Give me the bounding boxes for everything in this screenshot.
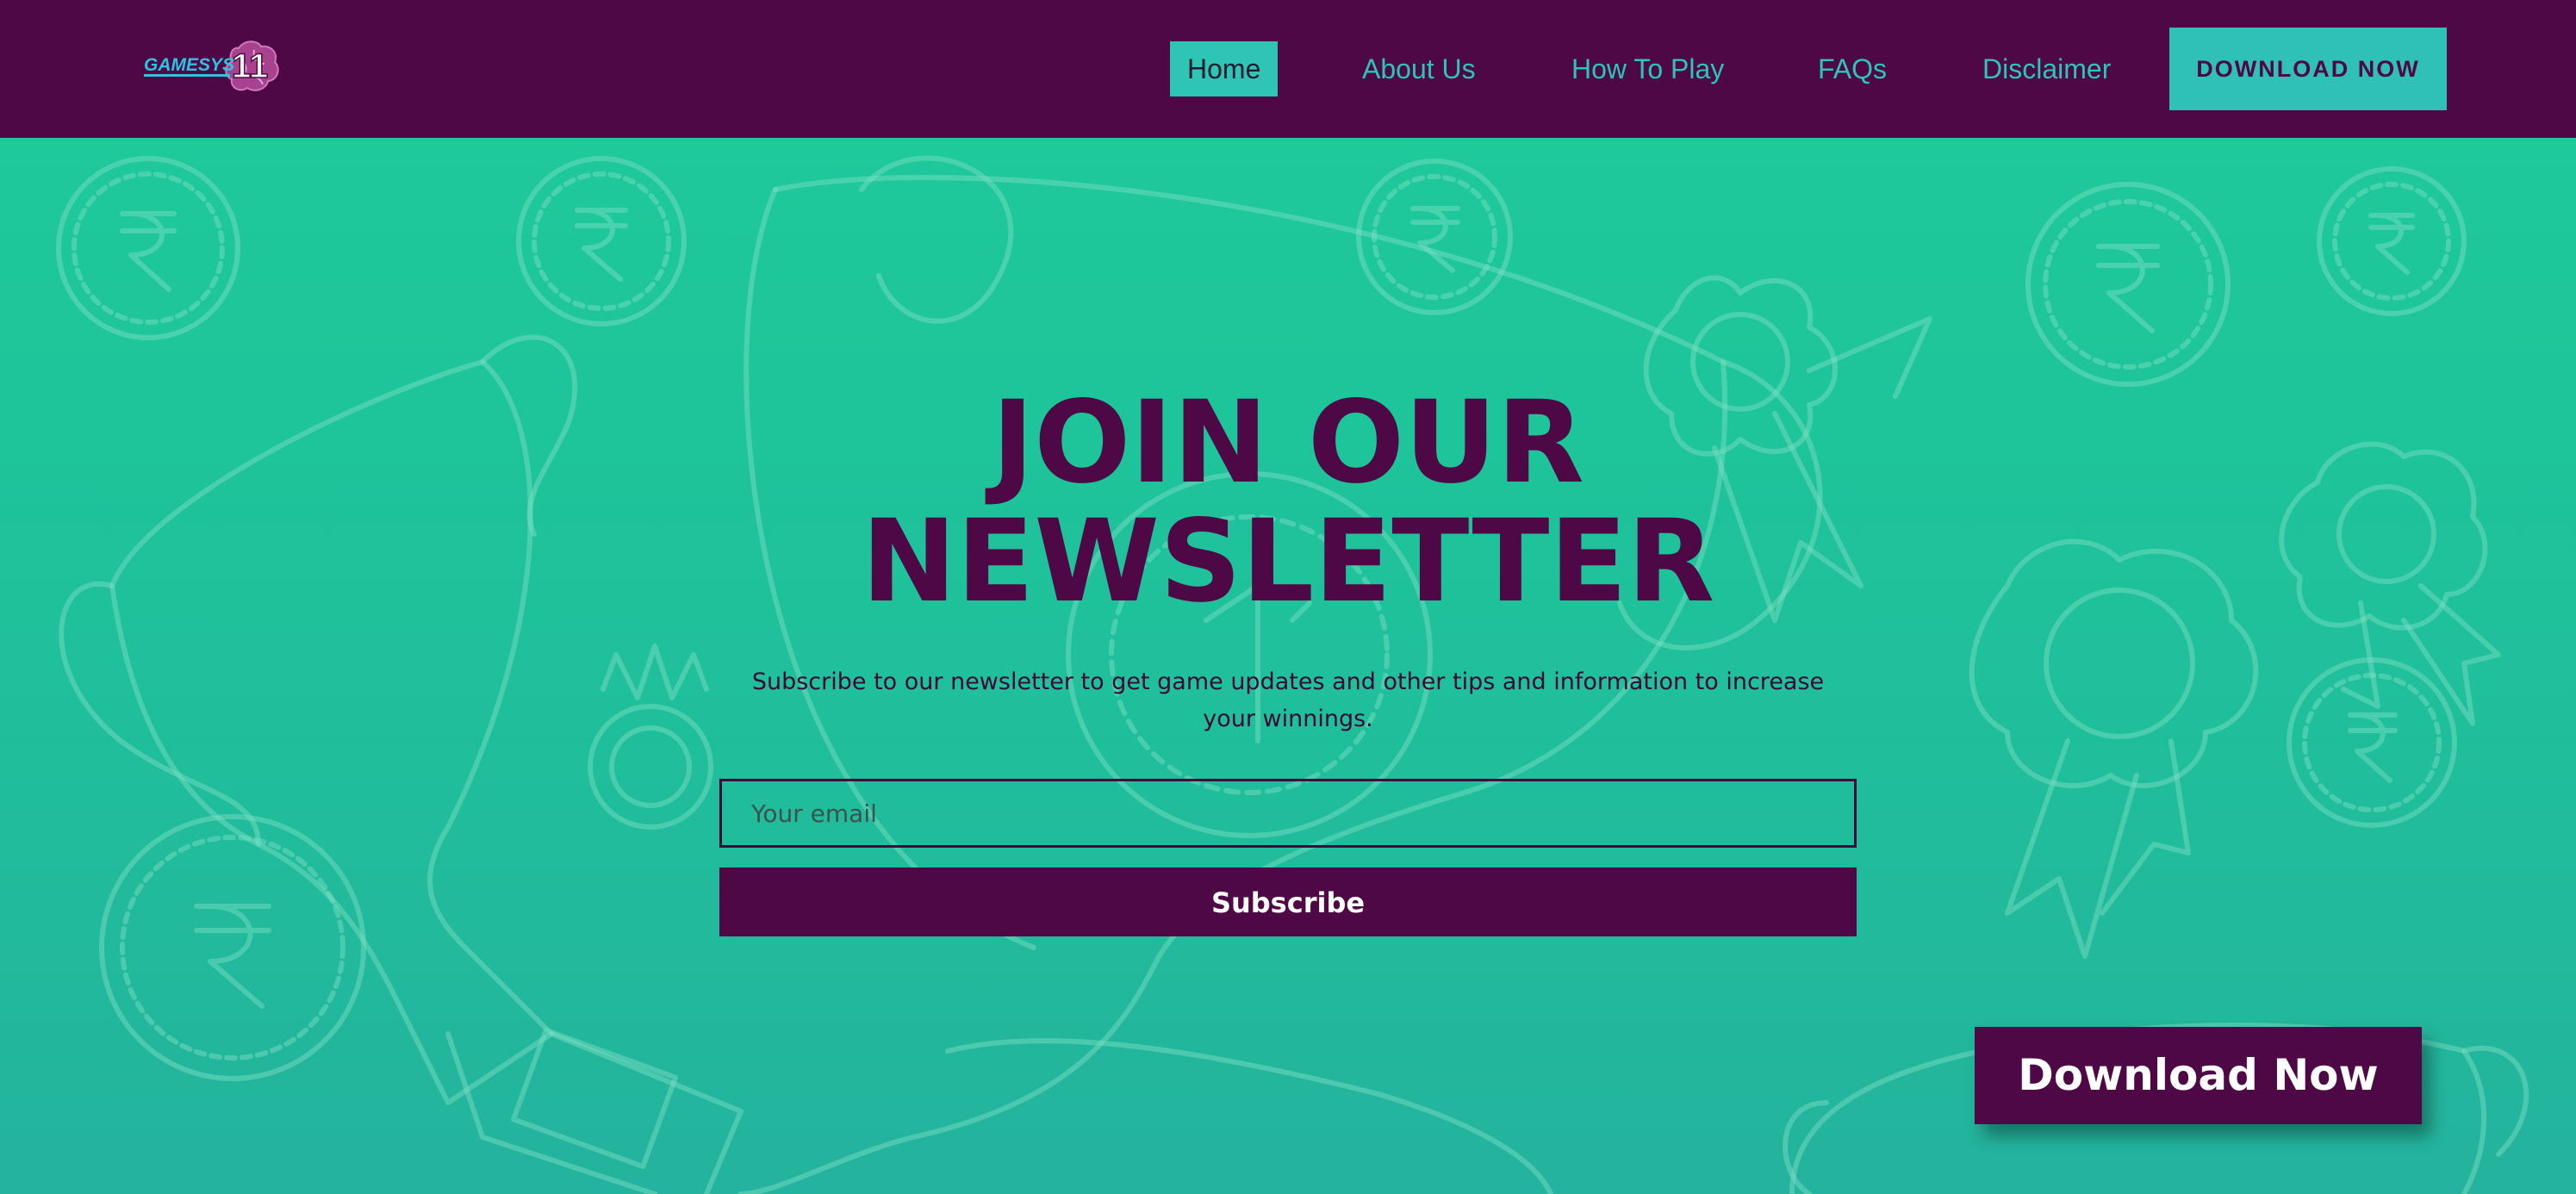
award-ribbon-icon [588, 644, 713, 830]
site-logo[interactable]: 11 GAMESYS [142, 38, 280, 100]
svg-text:GAMESYS: GAMESYS [144, 55, 234, 75]
nav-how-to-play[interactable]: How To Play [1571, 41, 1724, 96]
newsletter-description: Subscribe to our newsletter to get game … [751, 669, 1825, 732]
rupee-coin-icon [2025, 182, 2231, 387]
site-header: 11 GAMESYS Home About Us How To Play FAQ… [0, 0, 2576, 138]
header-download-button[interactable]: DOWNLOAD NOW [2169, 28, 2447, 110]
nav-about-us[interactable]: About Us [1362, 41, 1476, 96]
heading-line-1: JOIN OUR [992, 376, 1584, 509]
rupee-coin-icon [56, 156, 240, 340]
rupee-coin-icon [2317, 166, 2467, 316]
nav-home[interactable]: Home [1170, 41, 1279, 96]
rupee-coin-icon [516, 156, 687, 326]
gamesys-logo-icon: 11 GAMESYS [144, 40, 279, 91]
newsletter-heading: JOIN OUR NEWSLETTER [0, 383, 2576, 621]
floating-download-button[interactable]: Download Now [1975, 1027, 2422, 1124]
svg-text:11: 11 [232, 47, 268, 85]
heading-line-2: NEWSLETTER [861, 495, 1715, 628]
newsletter-hero: JOIN OUR NEWSLETTER Subscribe to our new… [0, 138, 2576, 1194]
nav-faqs[interactable]: FAQs [1818, 41, 1887, 96]
rupee-coin-icon [99, 814, 366, 1081]
subscribe-button[interactable]: Subscribe [719, 868, 1857, 936]
nav-disclaimer[interactable]: Disclaimer [1982, 41, 2111, 96]
email-field[interactable] [719, 779, 1857, 848]
